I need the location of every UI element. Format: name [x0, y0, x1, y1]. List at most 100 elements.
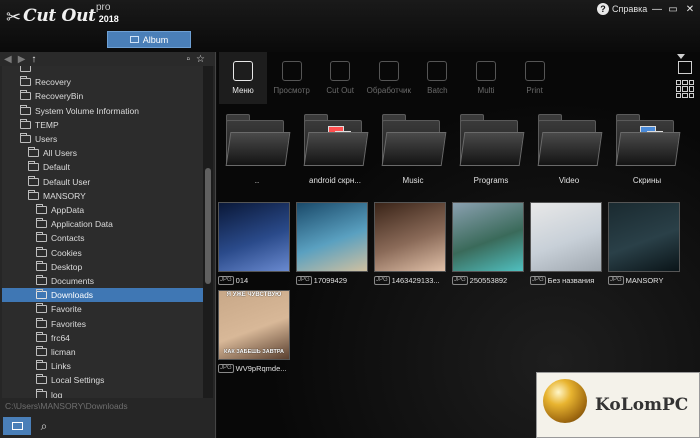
- tree-item[interactable]: Default User: [28, 175, 90, 189]
- tool-heart-cutout[interactable]: Cut Out: [316, 52, 364, 104]
- folder-icon: [36, 218, 47, 229]
- watermark-ball: [543, 379, 587, 423]
- photo-thumbnail[interactable]: JPG MANSORY: [608, 202, 680, 286]
- tree-item[interactable]: Desktop: [36, 260, 82, 274]
- grid-view-icon[interactable]: [676, 80, 694, 98]
- tree-item[interactable]: licman: [36, 345, 76, 359]
- tree-item[interactable]: Cookies: [36, 246, 82, 260]
- folder-label: Programs: [473, 176, 509, 185]
- tree-item[interactable]: Users: [20, 132, 57, 146]
- folder-label: android скрн...: [309, 176, 361, 185]
- tree-item[interactable]: All Users: [28, 146, 77, 160]
- tree-item-label: log: [51, 389, 63, 398]
- app-logo: ✂ Cut Out 2018 pro: [6, 2, 119, 27]
- folder-icon: [36, 331, 47, 342]
- folder-tile[interactable]: Video: [532, 110, 606, 190]
- folder-icon: [36, 374, 47, 385]
- tree-item[interactable]: Contacts: [36, 231, 85, 245]
- up-folder-icon[interactable]: ↑: [31, 54, 36, 65]
- tree-item[interactable]: System Volume Information: [20, 104, 139, 118]
- scissors-icon: ✂: [6, 7, 22, 27]
- tree-item-label: Default: [43, 162, 70, 173]
- tool-batch[interactable]: Batch: [413, 52, 461, 104]
- tree-item[interactable]: Favorites: [36, 317, 86, 331]
- photo-caption: JPG Без названия: [530, 274, 602, 286]
- tool-magic-wand[interactable]: Обработчик: [365, 52, 413, 104]
- back-arrow-icon[interactable]: ◀: [4, 54, 12, 65]
- folder-icon: [36, 303, 47, 314]
- folder-label: Скрины: [632, 176, 662, 185]
- new-folder-icon[interactable]: ▫: [186, 54, 190, 65]
- tree-item-label: frc64: [51, 332, 70, 343]
- folder-icon: [28, 161, 39, 172]
- forward-arrow-icon[interactable]: ▶: [18, 54, 26, 65]
- tree-item[interactable]: Documents: [36, 274, 94, 288]
- maximize-icon[interactable]: ▭: [667, 3, 679, 15]
- tree-item-label: Desktop: [51, 261, 83, 272]
- tool-multi[interactable]: Multi: [462, 52, 510, 104]
- folder-icon: [20, 66, 31, 72]
- meme-top-text: Я УЖЕ ЧУВСТВУЮ: [226, 292, 282, 298]
- minimize-icon[interactable]: —: [651, 3, 663, 15]
- photo-image: [452, 202, 524, 272]
- photo-thumbnail[interactable]: JPG 17099429: [296, 202, 368, 286]
- tree-item-label: Recovery: [35, 77, 71, 88]
- photo-image: [530, 202, 602, 272]
- folder-tile[interactable]: Programs: [454, 110, 528, 190]
- photo-thumbnail[interactable]: JPG 014: [218, 202, 290, 286]
- large-folder-icon: [615, 114, 681, 166]
- help-button[interactable]: ? Справка: [597, 3, 647, 15]
- mode-toolbar: Меню Просмотр Cut Out Обработчик Batch Multi P…: [217, 52, 700, 104]
- photo-thumbnail[interactable]: JPG Без названия: [530, 202, 602, 286]
- tool-print[interactable]: Print: [511, 52, 559, 104]
- tree-item[interactable]: MANSORY: [28, 189, 86, 203]
- tree-item-label: RecoveryBin: [35, 91, 84, 102]
- photo-thumbnail[interactable]: Я УЖЕ ЧУВСТВУЮ КАК ЗАБЕШЬ ЗАВТРА JPG WV9pRq…: [218, 290, 290, 374]
- tree-item-label: Contacts: [51, 233, 85, 244]
- tree-item[interactable]: Links: [36, 359, 71, 373]
- tree-item-label: Cookies: [51, 247, 82, 258]
- photo-thumbnail[interactable]: JPG 250553892: [452, 202, 524, 286]
- search-button[interactable]: ⌕: [35, 417, 53, 435]
- photo-image: [374, 202, 446, 272]
- folder-tile[interactable]: ..: [220, 110, 294, 190]
- favorite-star-icon[interactable]: ☆: [196, 54, 205, 65]
- tree-vertical-scrollbar[interactable]: [203, 66, 213, 398]
- help-label: Справка: [612, 4, 648, 14]
- browse-folder-button[interactable]: [3, 417, 31, 435]
- tree-item[interactable]: Recovery: [20, 75, 71, 89]
- folder-icon: [36, 289, 47, 300]
- save-icon[interactable]: [678, 61, 692, 74]
- photo-image: [608, 202, 680, 272]
- album-tab[interactable]: Album: [107, 31, 191, 48]
- tree-item[interactable]: Favorite: [36, 302, 82, 316]
- tree-item[interactable]: Default: [28, 160, 70, 174]
- photo-thumbnail[interactable]: JPG 1463429133...: [374, 202, 446, 286]
- tree-item[interactable]: frc64: [36, 331, 70, 345]
- scroll-thumb[interactable]: [205, 168, 211, 284]
- folder-tree[interactable]: Recovery RecoveryBin System Volume Informa…: [2, 66, 203, 398]
- folder-icon: [28, 175, 39, 186]
- meme-bottom-text: КАК ЗАБЕШЬ ЗАВТРА: [224, 349, 284, 355]
- tree-item[interactable]: [20, 66, 35, 75]
- photo-label: MANSORY: [625, 275, 664, 285]
- tree-item[interactable]: Local Settings: [36, 373, 104, 387]
- tree-item[interactable]: Downloads: [2, 288, 203, 303]
- dropdown-arrow-icon[interactable]: [677, 54, 685, 59]
- folder-tile[interactable]: Music: [376, 110, 450, 190]
- tool-eye[interactable]: Просмотр: [268, 52, 316, 104]
- folder-tile[interactable]: android скрн...: [298, 110, 372, 190]
- tree-item[interactable]: TEMP: [20, 118, 59, 132]
- tree-item[interactable]: Application Data: [36, 217, 113, 231]
- folder-icon: [36, 260, 47, 271]
- tool-menu[interactable]: Меню: [219, 52, 267, 104]
- tree-item[interactable]: AppData: [36, 203, 84, 217]
- tool-label: Print: [526, 86, 543, 95]
- folder-tile[interactable]: Скрины: [610, 110, 684, 190]
- close-icon[interactable]: ✕: [684, 3, 696, 15]
- menu-icon: [233, 61, 253, 81]
- tree-item[interactable]: log: [36, 388, 62, 398]
- photo-image: Я УЖЕ ЧУВСТВУЮ КАК ЗАБЕШЬ ЗАВТРА: [218, 290, 290, 360]
- tree-item[interactable]: RecoveryBin: [20, 89, 83, 103]
- title-bar: ✂ Cut Out 2018 pro Album ? Справка — ▭ ✕: [0, 0, 700, 52]
